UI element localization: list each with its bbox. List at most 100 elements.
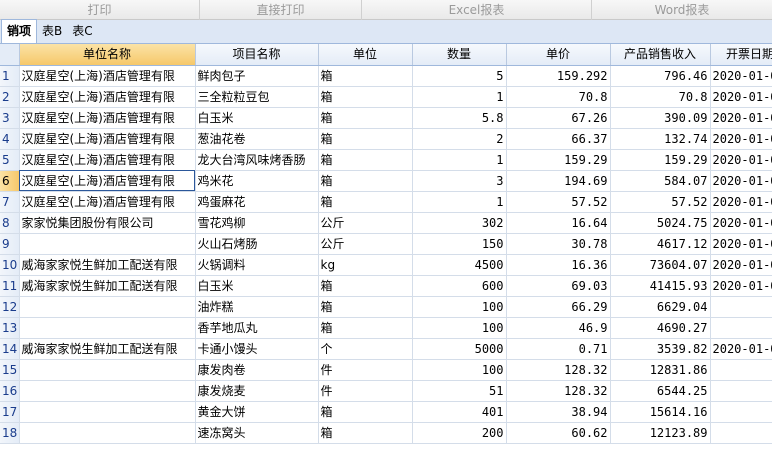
cell-company[interactable] [19, 233, 196, 255]
cell-price[interactable]: 66.29 [506, 296, 611, 318]
cell-item[interactable]: 葱油花卷 [195, 128, 319, 150]
cell-invoice-date[interactable]: 2020-01-01 [710, 107, 772, 129]
table-row[interactable]: 10 威海家家悦生鲜加工配送有限 火锅调料 kg 4500 16.36 73604.07 20… [0, 254, 772, 276]
table-row[interactable]: 17 黄金大饼箱 401 38.94 15614.16 [0, 401, 772, 423]
cell-revenue[interactable]: 796.46 [610, 65, 711, 87]
cell-price[interactable]: 57.52 [506, 191, 611, 213]
cell-company[interactable] [19, 422, 196, 444]
row-number[interactable]: 14 [0, 338, 20, 360]
row-number[interactable]: 9 [0, 233, 20, 255]
column-header-item[interactable]: 项目名称 [195, 44, 319, 66]
cell-company[interactable]: 威海家家悦生鲜加工配送有限 [19, 275, 196, 297]
table-row[interactable]: 11 威海家家悦生鲜加工配送有限 白玉米箱 600 69.03 41415.93 2020-… [0, 275, 772, 297]
cell-revenue[interactable]: 15614.16 [610, 401, 711, 423]
cell-quantity[interactable]: 51 [412, 380, 507, 402]
cell-revenue[interactable]: 6544.25 [610, 380, 711, 402]
row-number[interactable]: 18 [0, 422, 20, 444]
cell-invoice-date[interactable] [710, 401, 772, 423]
column-header-unit[interactable]: 单位 [318, 44, 413, 66]
cell-item[interactable]: 白玉米 [195, 275, 319, 297]
cell-item[interactable]: 雪花鸡柳 [195, 212, 319, 234]
table-row[interactable]: 4 汉庭星空(上海)酒店管理有限 葱油花卷箱 2 66.37 132.74 2020-01-… [0, 128, 772, 150]
cell-unit[interactable]: 箱 [318, 65, 413, 87]
cell-invoice-date[interactable]: 2020-01-01 [710, 65, 772, 87]
cell-invoice-date[interactable]: 2020-01-01 [710, 212, 772, 234]
cell-unit[interactable]: 公斤 [318, 233, 413, 255]
cell-unit[interactable]: 箱 [318, 191, 413, 213]
cell-revenue[interactable]: 12123.89 [610, 422, 711, 444]
cell-revenue[interactable]: 5024.75 [610, 212, 711, 234]
cell-company[interactable] [19, 317, 196, 339]
table-row[interactable]: 2汉庭星空(上海)酒店管理有限三全粒粒豆包箱170.870.82020-01-0… [0, 86, 772, 108]
table-row[interactable]: 8 家家悦集团股份有限公司 雪花鸡柳 公斤 302 16.64 5024.75 2020-01… [0, 212, 772, 234]
table-row[interactable]: 16 康发烧麦件 51 128.32 6544.25 [0, 380, 772, 402]
cell-quantity[interactable]: 302 [412, 212, 507, 234]
cell-price[interactable]: 0.71 [506, 338, 611, 360]
cell-company[interactable]: 家家悦集团股份有限公司 [19, 212, 196, 234]
table-row[interactable]: 9 火山石烤肠公斤15030.784617.122020-01-01 [0, 233, 772, 255]
print-button[interactable]: 打印 [0, 0, 200, 20]
cell-invoice-date[interactable]: 2020-01-01 [710, 149, 772, 171]
tab-sheet-b[interactable]: 表B [37, 21, 67, 43]
cell-revenue[interactable]: 6629.04 [610, 296, 711, 318]
cell-quantity[interactable]: 1 [412, 191, 507, 213]
cell-unit[interactable]: 箱 [318, 317, 413, 339]
row-number[interactable]: 15 [0, 359, 20, 381]
cell-unit[interactable]: 箱 [318, 128, 413, 150]
cell-company[interactable]: 威海家家悦生鲜加工配送有限 [19, 254, 196, 276]
cell-invoice-date[interactable] [710, 380, 772, 402]
cell-invoice-date[interactable] [710, 317, 772, 339]
cell-invoice-date[interactable]: 2020-01-01 [710, 275, 772, 297]
cell-revenue[interactable]: 390.09 [610, 107, 711, 129]
cell-price[interactable]: 128.32 [506, 380, 611, 402]
cell-quantity[interactable]: 100 [412, 359, 507, 381]
cell-company[interactable]: 汉庭星空(上海)酒店管理有限 [19, 149, 196, 171]
cell-item[interactable]: 鸡蛋麻花 [195, 191, 319, 213]
cell-quantity[interactable]: 3 [412, 170, 507, 192]
direct-print-button[interactable]: 直接打印 [200, 0, 362, 20]
cell-invoice-date[interactable] [710, 359, 772, 381]
cell-price[interactable]: 16.64 [506, 212, 611, 234]
table-row[interactable]: 18 速冻窝头箱 200 60.62 12123.89 [0, 422, 772, 444]
cell-invoice-date[interactable] [710, 296, 772, 318]
cell-unit[interactable]: 件 [318, 359, 413, 381]
cell-quantity[interactable]: 401 [412, 401, 507, 423]
table-row[interactable]: 1 汉庭星空(上海)酒店管理有限 鲜肉包子箱 5 159.292 796.46 2020-0… [0, 65, 772, 87]
cell-revenue[interactable]: 159.29 [610, 149, 711, 171]
cell-company[interactable] [19, 359, 196, 381]
cell-revenue[interactable]: 12831.86 [610, 359, 711, 381]
row-number[interactable]: 12 [0, 296, 20, 318]
cell-unit[interactable]: 箱 [318, 401, 413, 423]
cell-price[interactable]: 128.32 [506, 359, 611, 381]
cell-unit[interactable]: 件 [318, 380, 413, 402]
excel-report-button[interactable]: Excel报表 [362, 0, 592, 20]
cell-company[interactable] [19, 401, 196, 423]
cell-quantity[interactable]: 5000 [412, 338, 507, 360]
row-number[interactable]: 2 [0, 86, 20, 108]
cell-quantity[interactable]: 5 [412, 65, 507, 87]
cell-price[interactable]: 38.94 [506, 401, 611, 423]
table-row[interactable]: 3 汉庭星空(上海)酒店管理有限 白玉米箱 5.8 67.26 390.09 2020-01… [0, 107, 772, 129]
cell-quantity[interactable]: 100 [412, 317, 507, 339]
cell-price[interactable]: 60.62 [506, 422, 611, 444]
cell-item[interactable]: 鲜肉包子 [195, 65, 319, 87]
cell-quantity[interactable]: 1 [412, 149, 507, 171]
cell-company[interactable] [19, 380, 196, 402]
table-row[interactable]: 7汉庭星空(上海)酒店管理有限鸡蛋麻花箱157.5257.522020-01-0… [0, 191, 772, 213]
row-number[interactable]: 8 [0, 212, 20, 234]
cell-revenue[interactable]: 4690.27 [610, 317, 711, 339]
cell-invoice-date[interactable]: 2020-01-01 [710, 338, 772, 360]
column-header-revenue[interactable]: 产品销售收入 [610, 44, 711, 66]
row-number[interactable]: 3 [0, 107, 20, 129]
cell-company[interactable]: 威海家家悦生鲜加工配送有限 [19, 338, 196, 360]
cell-quantity[interactable]: 5.8 [412, 107, 507, 129]
grid-corner[interactable] [0, 44, 20, 66]
word-report-button[interactable]: Word报表 [592, 0, 772, 20]
cell-revenue[interactable]: 41415.93 [610, 275, 711, 297]
cell-revenue[interactable]: 4617.12 [610, 233, 711, 255]
table-row[interactable]: 5 汉庭星空(上海)酒店管理有限 龙大台湾风味烤香肠箱 1 159.29 159.29 20… [0, 149, 772, 171]
cell-item[interactable]: 卡通小馒头 [195, 338, 319, 360]
cell-item[interactable]: 鸡米花 [195, 170, 319, 192]
cell-item[interactable]: 火锅调料 [195, 254, 319, 276]
row-number[interactable]: 5 [0, 149, 20, 171]
